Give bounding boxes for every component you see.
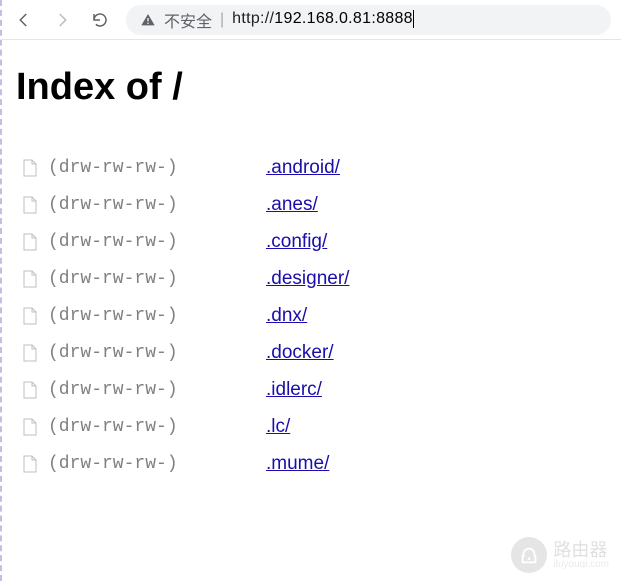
address-bar[interactable]: 不安全 | http://192.168.0.81:8888 <box>126 5 611 35</box>
file-icon <box>22 196 38 214</box>
watermark-text: 路由器 <box>553 541 609 559</box>
forward-button[interactable] <box>50 8 74 32</box>
list-item: (drw-rw-rw-).idlerc/ <box>16 371 607 408</box>
list-item: (drw-rw-rw-).dnx/ <box>16 297 607 334</box>
directory-link[interactable]: .idlerc/ <box>266 379 322 401</box>
directory-link[interactable]: .dnx/ <box>266 305 307 327</box>
file-icon <box>22 344 38 362</box>
file-icon <box>22 455 38 473</box>
page-content: Index of / (drw-rw-rw-).android/(drw-rw-… <box>2 40 621 482</box>
address-divider: | <box>220 11 224 29</box>
directory-link[interactable]: .android/ <box>266 157 340 179</box>
url-text: http://192.168.0.81:8888 <box>232 10 414 28</box>
warning-icon <box>140 12 156 28</box>
list-item: (drw-rw-rw-).lc/ <box>16 408 607 445</box>
watermark-sub: iluyouqi.com <box>553 559 609 570</box>
file-icon <box>22 270 38 288</box>
watermark: 路由器 iluyouqi.com <box>511 537 609 573</box>
permissions-text: (drw-rw-rw-) <box>48 195 266 215</box>
directory-link[interactable]: .mume/ <box>266 453 329 475</box>
reload-button[interactable] <box>88 8 112 32</box>
list-item: (drw-rw-rw-).designer/ <box>16 260 607 297</box>
permissions-text: (drw-rw-rw-) <box>48 380 266 400</box>
directory-listing: (drw-rw-rw-).android/(drw-rw-rw-).anes/(… <box>16 149 607 482</box>
directory-link[interactable]: .config/ <box>266 231 327 253</box>
file-icon <box>22 381 38 399</box>
permissions-text: (drw-rw-rw-) <box>48 158 266 178</box>
insecure-label: 不安全 <box>164 8 212 32</box>
directory-link[interactable]: .lc/ <box>266 416 290 438</box>
permissions-text: (drw-rw-rw-) <box>48 454 266 474</box>
permissions-text: (drw-rw-rw-) <box>48 417 266 437</box>
file-icon <box>22 159 38 177</box>
permissions-text: (drw-rw-rw-) <box>48 232 266 252</box>
list-item: (drw-rw-rw-).config/ <box>16 223 607 260</box>
browser-toolbar: 不安全 | http://192.168.0.81:8888 <box>2 0 621 40</box>
reload-icon <box>91 11 109 29</box>
directory-link[interactable]: .anes/ <box>266 194 318 216</box>
file-icon <box>22 418 38 436</box>
page-title: Index of / <box>16 66 607 109</box>
back-button[interactable] <box>12 8 36 32</box>
permissions-text: (drw-rw-rw-) <box>48 306 266 326</box>
list-item: (drw-rw-rw-).mume/ <box>16 445 607 482</box>
directory-link[interactable]: .docker/ <box>266 342 334 364</box>
permissions-text: (drw-rw-rw-) <box>48 269 266 289</box>
arrow-left-icon <box>15 11 33 29</box>
permissions-text: (drw-rw-rw-) <box>48 343 266 363</box>
watermark-icon <box>511 537 547 573</box>
arrow-right-icon <box>53 11 71 29</box>
file-icon <box>22 307 38 325</box>
directory-link[interactable]: .designer/ <box>266 268 349 290</box>
list-item: (drw-rw-rw-).android/ <box>16 149 607 186</box>
list-item: (drw-rw-rw-).anes/ <box>16 186 607 223</box>
list-item: (drw-rw-rw-).docker/ <box>16 334 607 371</box>
file-icon <box>22 233 38 251</box>
